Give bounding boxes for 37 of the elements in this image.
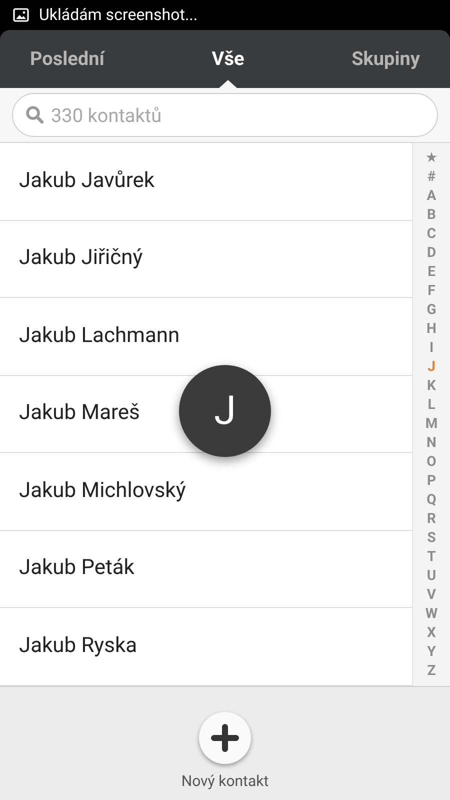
plus-icon <box>211 724 239 752</box>
index-letter[interactable]: U <box>426 567 436 586</box>
index-letter[interactable]: J <box>428 358 436 377</box>
search-icon <box>25 105 45 125</box>
index-letter[interactable]: I <box>429 339 434 358</box>
index-letter[interactable]: W <box>425 605 438 624</box>
index-letter[interactable]: N <box>426 434 436 453</box>
index-letter[interactable]: ★ <box>425 149 438 168</box>
index-letter[interactable]: # <box>427 168 436 187</box>
index-letter[interactable]: T <box>427 548 436 567</box>
index-letter[interactable]: F <box>428 282 436 301</box>
index-letter[interactable]: D <box>426 244 436 263</box>
index-letter[interactable]: C <box>426 225 436 244</box>
index-letter[interactable]: P <box>426 472 436 491</box>
tab[interactable]: Poslední <box>30 30 104 88</box>
index-letter[interactable]: Q <box>426 491 436 510</box>
new-contact-label: Nový kontakt <box>181 770 269 792</box>
index-letter[interactable]: G <box>426 301 436 320</box>
index-letter[interactable]: O <box>426 453 436 472</box>
index-letter[interactable]: V <box>426 586 436 605</box>
index-letter[interactable]: L <box>428 396 436 415</box>
index-letter[interactable]: E <box>428 263 436 282</box>
index-letter[interactable]: X <box>427 624 436 643</box>
search-field[interactable]: 330 kontaktů <box>12 93 438 137</box>
index-letter[interactable]: K <box>427 377 436 396</box>
notification-text: Ukládám screenshot... <box>39 4 198 26</box>
index-letter[interactable]: H <box>426 320 436 339</box>
tab[interactable]: Skupiny <box>352 30 420 88</box>
index-letter[interactable]: B <box>427 206 436 225</box>
index-letter[interactable]: S <box>427 529 436 548</box>
index-letter[interactable]: M <box>425 415 438 434</box>
index-letter[interactable]: Z <box>427 662 436 681</box>
index-letter[interactable]: Y <box>427 643 436 662</box>
index-letter[interactable]: A <box>426 187 436 206</box>
index-letter[interactable]: R <box>427 510 436 529</box>
add-contact-button[interactable] <box>199 712 251 764</box>
image-icon <box>13 8 29 22</box>
